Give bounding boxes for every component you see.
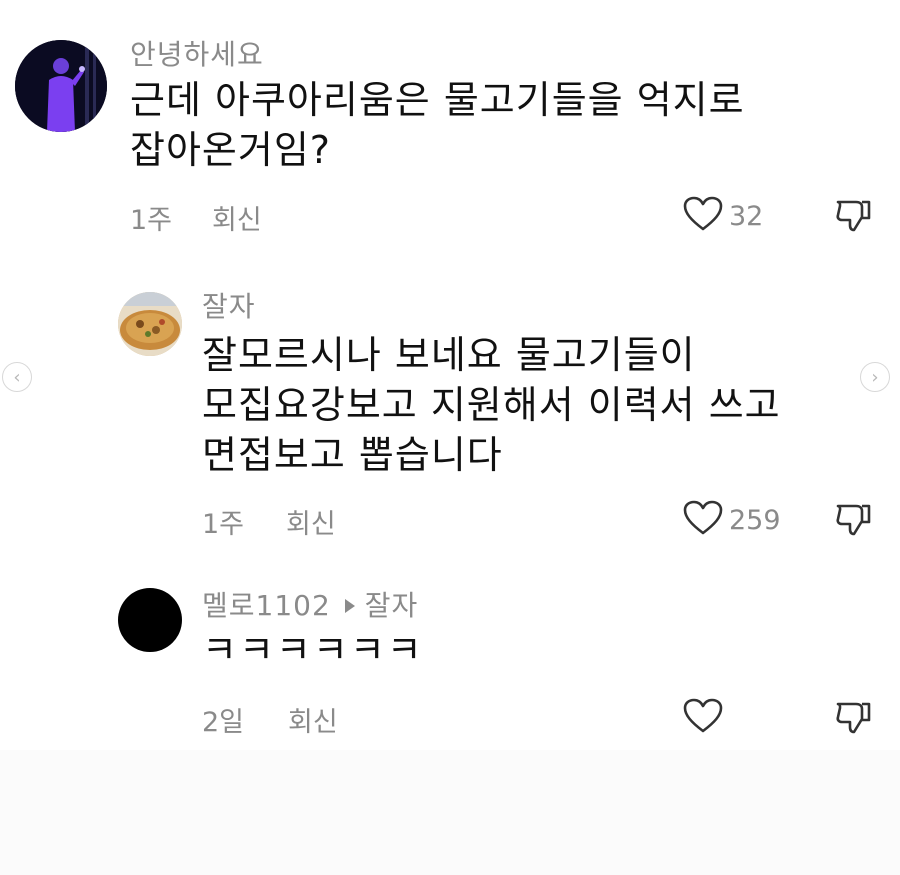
heart-outline-icon <box>683 698 723 738</box>
heart-outline-icon <box>683 500 723 540</box>
thumbs-down-icon <box>834 702 872 740</box>
like-button[interactable] <box>683 698 723 738</box>
food-photo-avatar <box>118 292 182 356</box>
comment-time: 2일 <box>202 707 245 738</box>
dislike-button[interactable] <box>834 196 872 238</box>
comment-thread: 안녕하세요 근데 아쿠아리움은 물고기들을 억지로 잡아온거임? 1주 회신 3… <box>0 0 900 875</box>
reply-button[interactable]: 회신 <box>288 700 338 739</box>
comment-text-line: ㅋㅋㅋㅋㅋㅋ <box>202 628 424 672</box>
comment-username[interactable]: 잘자 <box>202 285 256 325</box>
chevron-right-icon[interactable]: › <box>860 362 890 392</box>
comment-text-line: 잘모르시나 보네요 물고기들이 <box>202 333 696 377</box>
blank-footer-area <box>0 750 900 875</box>
comment-text-line: 면접보고 뽑습니다 <box>202 433 503 477</box>
chevron-left-icon[interactable]: ‹ <box>2 362 32 392</box>
comment-username[interactable]: 멜로1102 <box>202 589 331 622</box>
reply-to-arrow-icon <box>344 598 355 613</box>
dislike-button[interactable] <box>834 500 872 542</box>
like-button[interactable]: 259 <box>683 500 781 540</box>
comment-time: 1주 <box>202 509 245 540</box>
comment-text-line: 잡아온거임? <box>130 128 331 172</box>
heart-outline-icon <box>683 196 723 236</box>
reply-to-username[interactable]: 잘자 <box>365 589 419 622</box>
thumbs-down-icon <box>834 504 872 542</box>
like-count: 32 <box>729 200 764 232</box>
thumbs-down-icon <box>834 200 872 238</box>
black-avatar[interactable] <box>118 588 182 652</box>
comment-time: 1주 <box>130 205 173 236</box>
comment-text-line: 근데 아쿠아리움은 물고기들을 억지로 <box>130 78 745 122</box>
comment-text-line: 모집요강보고 지원해서 이력서 쓰고 <box>202 383 781 427</box>
like-button[interactable]: 32 <box>683 196 763 236</box>
reply-button[interactable]: 회신 <box>286 502 336 541</box>
comment-username[interactable]: 안녕하세요 <box>130 33 264 73</box>
reply-button[interactable]: 회신 <box>212 198 262 237</box>
like-count: 259 <box>729 504 781 536</box>
dislike-button[interactable] <box>834 698 872 740</box>
avatar[interactable] <box>15 40 107 132</box>
user-photo-avatar <box>15 40 107 132</box>
comment-username-line: 멜로1102 잘자 <box>202 584 418 624</box>
avatar[interactable] <box>118 292 182 356</box>
